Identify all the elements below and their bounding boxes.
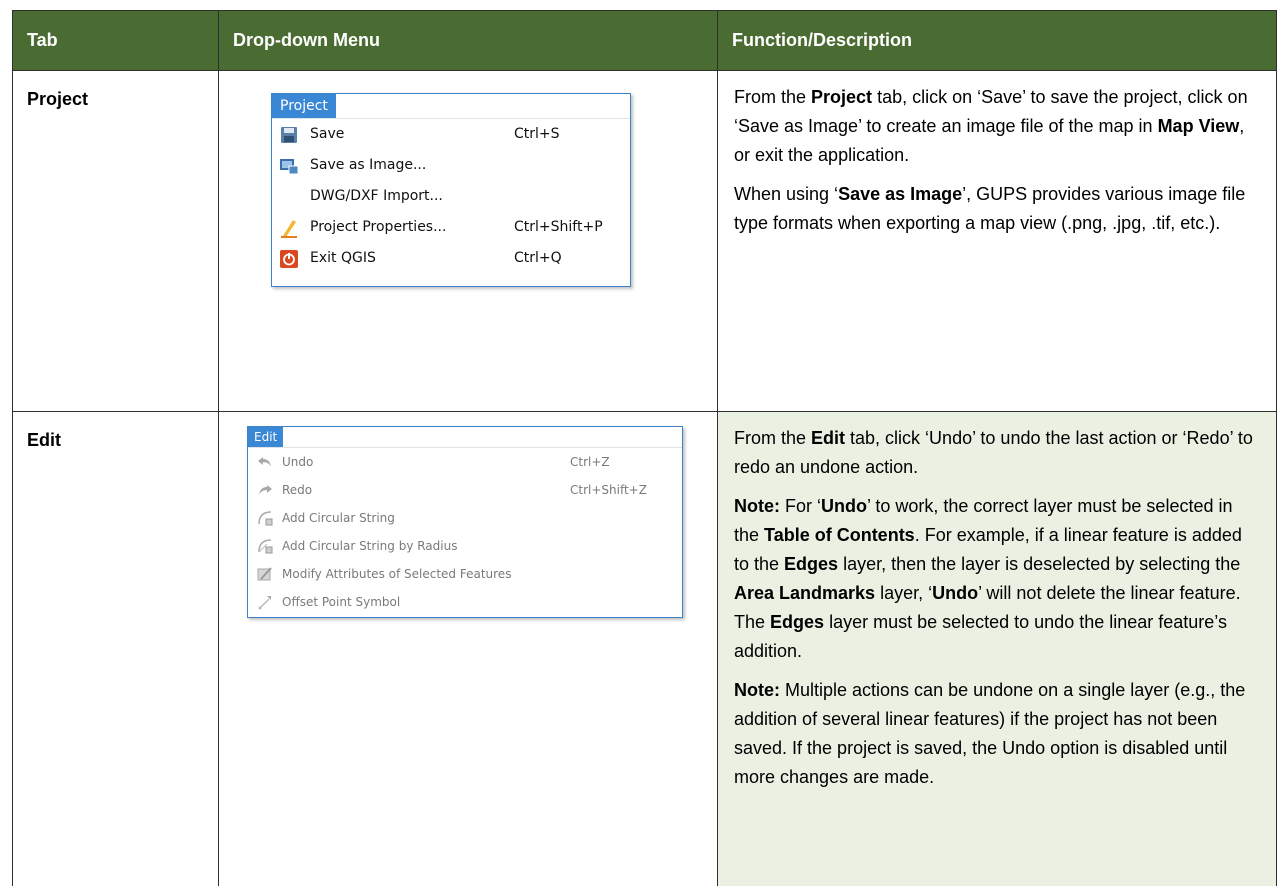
bold-text: Edges [770,612,824,632]
bold-text: Save as Image [838,184,962,204]
menu-item-save[interactable]: Save Ctrl+S [272,119,630,150]
menu-item-label: Modify Attributes of Selected Features [282,560,570,589]
table-row-project: Project Project Save Ctrl+S [13,71,1277,412]
bold-text: Project [811,87,872,107]
header-dropdown-menu: Drop-down Menu [219,11,718,71]
table-row-edit: Edit Edit Undo Ctrl+Z [13,412,1277,886]
bold-text: Edit [811,428,845,448]
menu-item-dwg-dxf-import[interactable]: DWG/DXF Import... [272,181,630,212]
save-as-image-icon [278,155,300,177]
menu-item-label: Offset Point Symbol [282,588,570,617]
redo-icon [256,481,274,499]
menu-item-modify-attributes[interactable]: Modify Attributes of Selected Features [248,560,682,588]
tab-reference-table: Tab Drop-down Menu Function/Description … [12,10,1277,886]
menu-item-shortcut: Ctrl+Shift+P [514,213,630,242]
menu-item-save-as-image[interactable]: Save as Image... [272,150,630,181]
menu-item-label: Add Circular String by Radius [282,532,570,561]
menu-item-shortcut: Ctrl+S [514,120,630,149]
menu-item-label: Add Circular String [282,504,570,533]
edit-menu-bar: Edit [248,427,682,448]
menu-item-offset-point-symbol[interactable]: Offset Point Symbol [248,588,682,616]
menu-item-label: Save [310,120,514,149]
circular-string-radius-icon [256,537,274,555]
description-paragraph: From the Edit tab, click ‘Undo’ to undo … [734,424,1260,482]
menu-item-project-properties[interactable]: Project Properties... Ctrl+Shift+P [272,212,630,243]
bold-text: Note: [734,496,780,516]
menu-item-shortcut: Ctrl+Q [514,244,630,273]
text-run: layer, then the layer is deselected by s… [838,554,1240,574]
text-run: layer, ‘ [875,583,932,603]
exit-icon [278,248,300,270]
bold-text: Map View [1158,116,1240,136]
menu-item-add-circular-string-by-radius[interactable]: Add Circular String by Radius [248,532,682,560]
menu-item-exit-qgis[interactable]: Exit QGIS Ctrl+Q [272,243,630,274]
text-run: From the [734,428,811,448]
description-paragraph: From the Project tab, click on ‘Save’ to… [734,83,1260,170]
text-run: For ‘ [780,496,821,516]
text-run: When using ‘ [734,184,838,204]
header-tab: Tab [13,11,219,71]
edit-description: From the Edit tab, click ‘Undo’ to undo … [718,412,1277,886]
menu-item-label: Exit QGIS [310,244,514,273]
menu-item-label: Save as Image... [310,151,514,180]
tab-name-edit: Edit [13,412,219,886]
note-paragraph: Note: For ‘Undo’ to work, the correct la… [734,492,1260,666]
bold-text: Table of Contents [764,525,915,545]
project-properties-icon [278,217,300,239]
circular-string-icon [256,509,274,527]
undo-icon [256,453,274,471]
project-menu-title[interactable]: Project [272,94,336,118]
header-function-description: Function/Description [718,11,1277,71]
menu-item-shortcut: Ctrl+Shift+Z [570,476,682,505]
menu-item-undo[interactable]: Undo Ctrl+Z [248,448,682,476]
note-paragraph: Note: Multiple actions can be undone on … [734,676,1260,792]
project-menu-bar: Project [272,94,630,119]
project-menu-cell: Project Save Ctrl+S Save as Image... [219,71,718,412]
text-run: From the [734,87,811,107]
bold-text: Undo [821,496,867,516]
project-description: From the Project tab, click on ‘Save’ to… [718,71,1277,412]
text-run: Multiple actions can be undone on a sing… [734,680,1245,787]
menu-item-label: Project Properties... [310,213,514,242]
menu-item-shortcut: Ctrl+Z [570,448,682,477]
description-paragraph: When using ‘Save as Image’, GUPS provide… [734,180,1260,238]
bold-text: Undo [932,583,978,603]
modify-attributes-icon [256,565,274,583]
bold-text: Area Landmarks [734,583,875,603]
menu-item-redo[interactable]: Redo Ctrl+Shift+Z [248,476,682,504]
edit-menu-screenshot: Edit Undo Ctrl+Z Redo Ctrl [247,426,683,618]
bold-text: Note: [734,680,780,700]
edit-menu-cell: Edit Undo Ctrl+Z Redo Ctrl [219,412,718,886]
offset-point-icon [256,593,274,611]
menu-item-label: Redo [282,476,570,505]
menu-item-add-circular-string[interactable]: Add Circular String [248,504,682,532]
save-icon [278,124,300,146]
edit-menu-title[interactable]: Edit [248,427,283,447]
bold-text: Edges [784,554,838,574]
tab-name-project: Project [13,71,219,412]
project-menu-screenshot: Project Save Ctrl+S Save as Image... [271,93,631,287]
menu-item-label: DWG/DXF Import... [310,182,514,211]
table-header-row: Tab Drop-down Menu Function/Description [13,11,1277,71]
menu-item-label: Undo [282,448,570,477]
